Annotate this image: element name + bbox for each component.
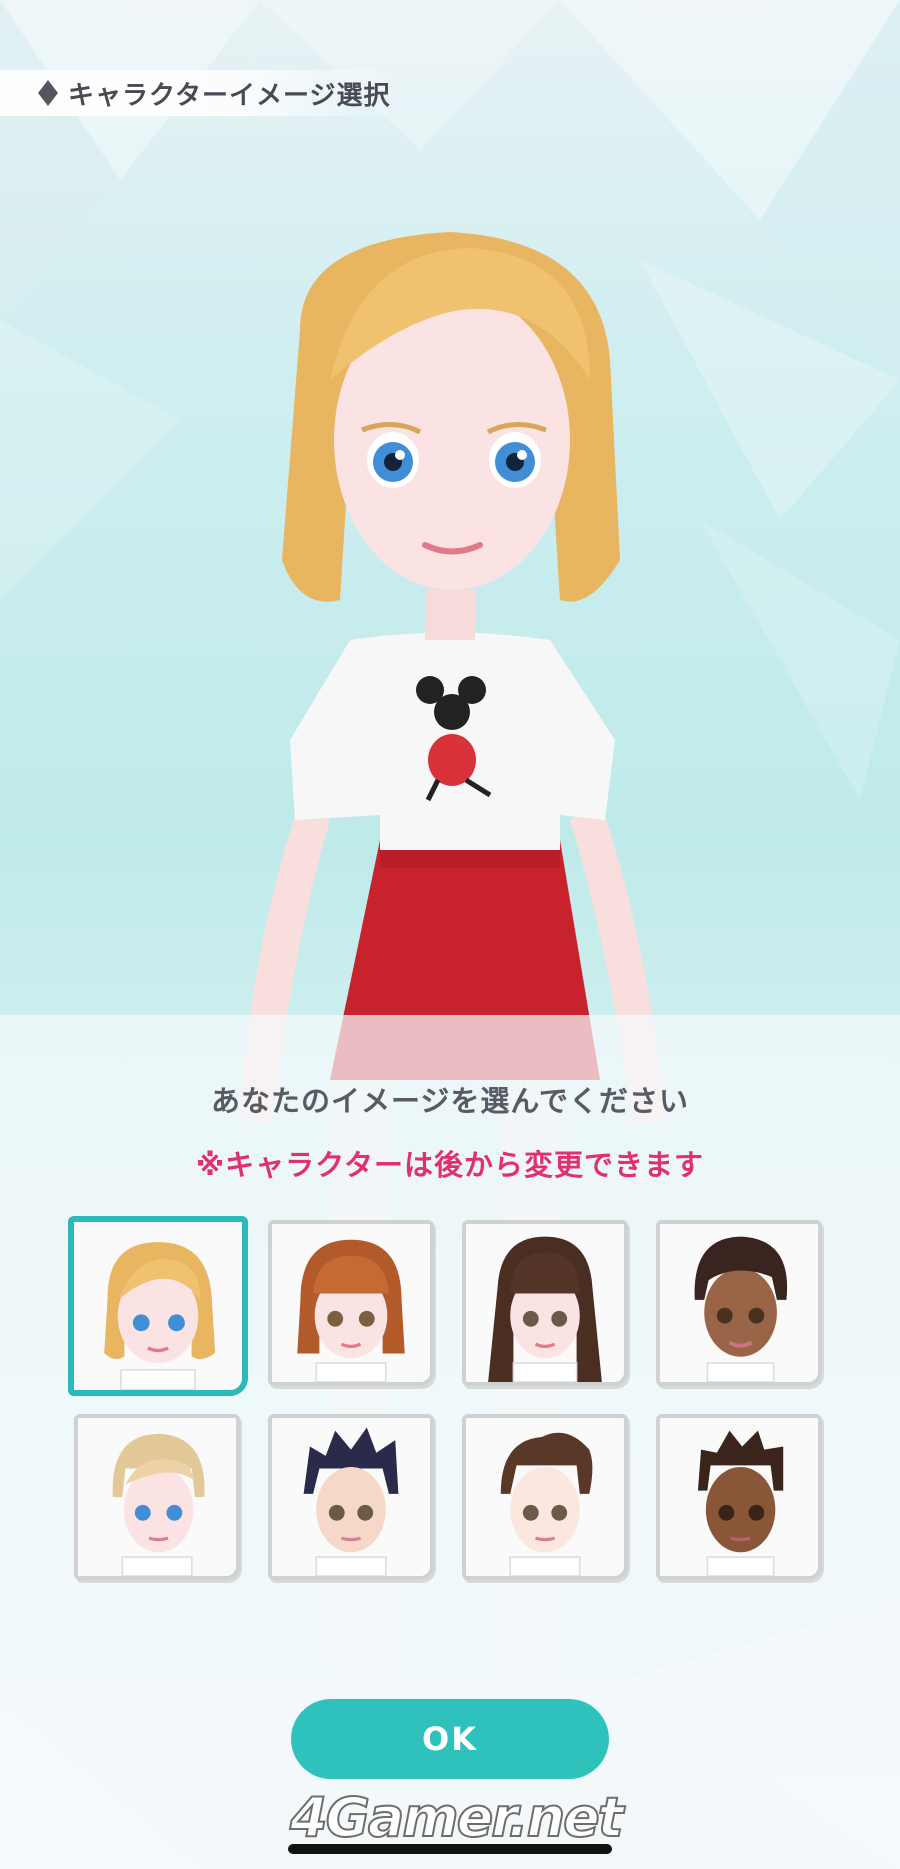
avatar-brown-quiff — [466, 1418, 624, 1576]
avatar-auburn-bob — [272, 1224, 430, 1382]
diamond-icon — [38, 80, 58, 106]
change-later-notice: ※キャラクターは後から変更できます — [195, 1148, 705, 1182]
avatar-dark-spiky — [660, 1418, 818, 1576]
character-option-3[interactable] — [462, 1220, 628, 1386]
screen-title: キャラクターイメージ選択 — [68, 80, 391, 111]
character-option-5[interactable] — [74, 1414, 240, 1580]
avatar-navy-spiky — [272, 1418, 430, 1576]
watermark-logo: 4Gamer.net — [289, 1785, 625, 1850]
avatar-long-brown — [466, 1224, 624, 1382]
character-option-4[interactable] — [656, 1220, 822, 1386]
ok-button[interactable]: OK — [291, 1699, 609, 1779]
avatar-short-dark — [660, 1224, 818, 1382]
avatar-blonde-bob — [74, 1222, 242, 1390]
avatar-blonde-short — [78, 1418, 236, 1576]
character-option-2[interactable] — [268, 1220, 434, 1386]
character-option-8[interactable] — [656, 1414, 822, 1580]
selection-prompt: あなたのイメージを選んでください — [211, 1084, 689, 1118]
screen-header: キャラクターイメージ選択 — [0, 70, 400, 116]
character-option-6[interactable] — [268, 1414, 434, 1580]
home-indicator[interactable] — [288, 1844, 612, 1854]
character-option-7[interactable] — [462, 1414, 628, 1580]
character-option-1[interactable] — [68, 1216, 248, 1396]
